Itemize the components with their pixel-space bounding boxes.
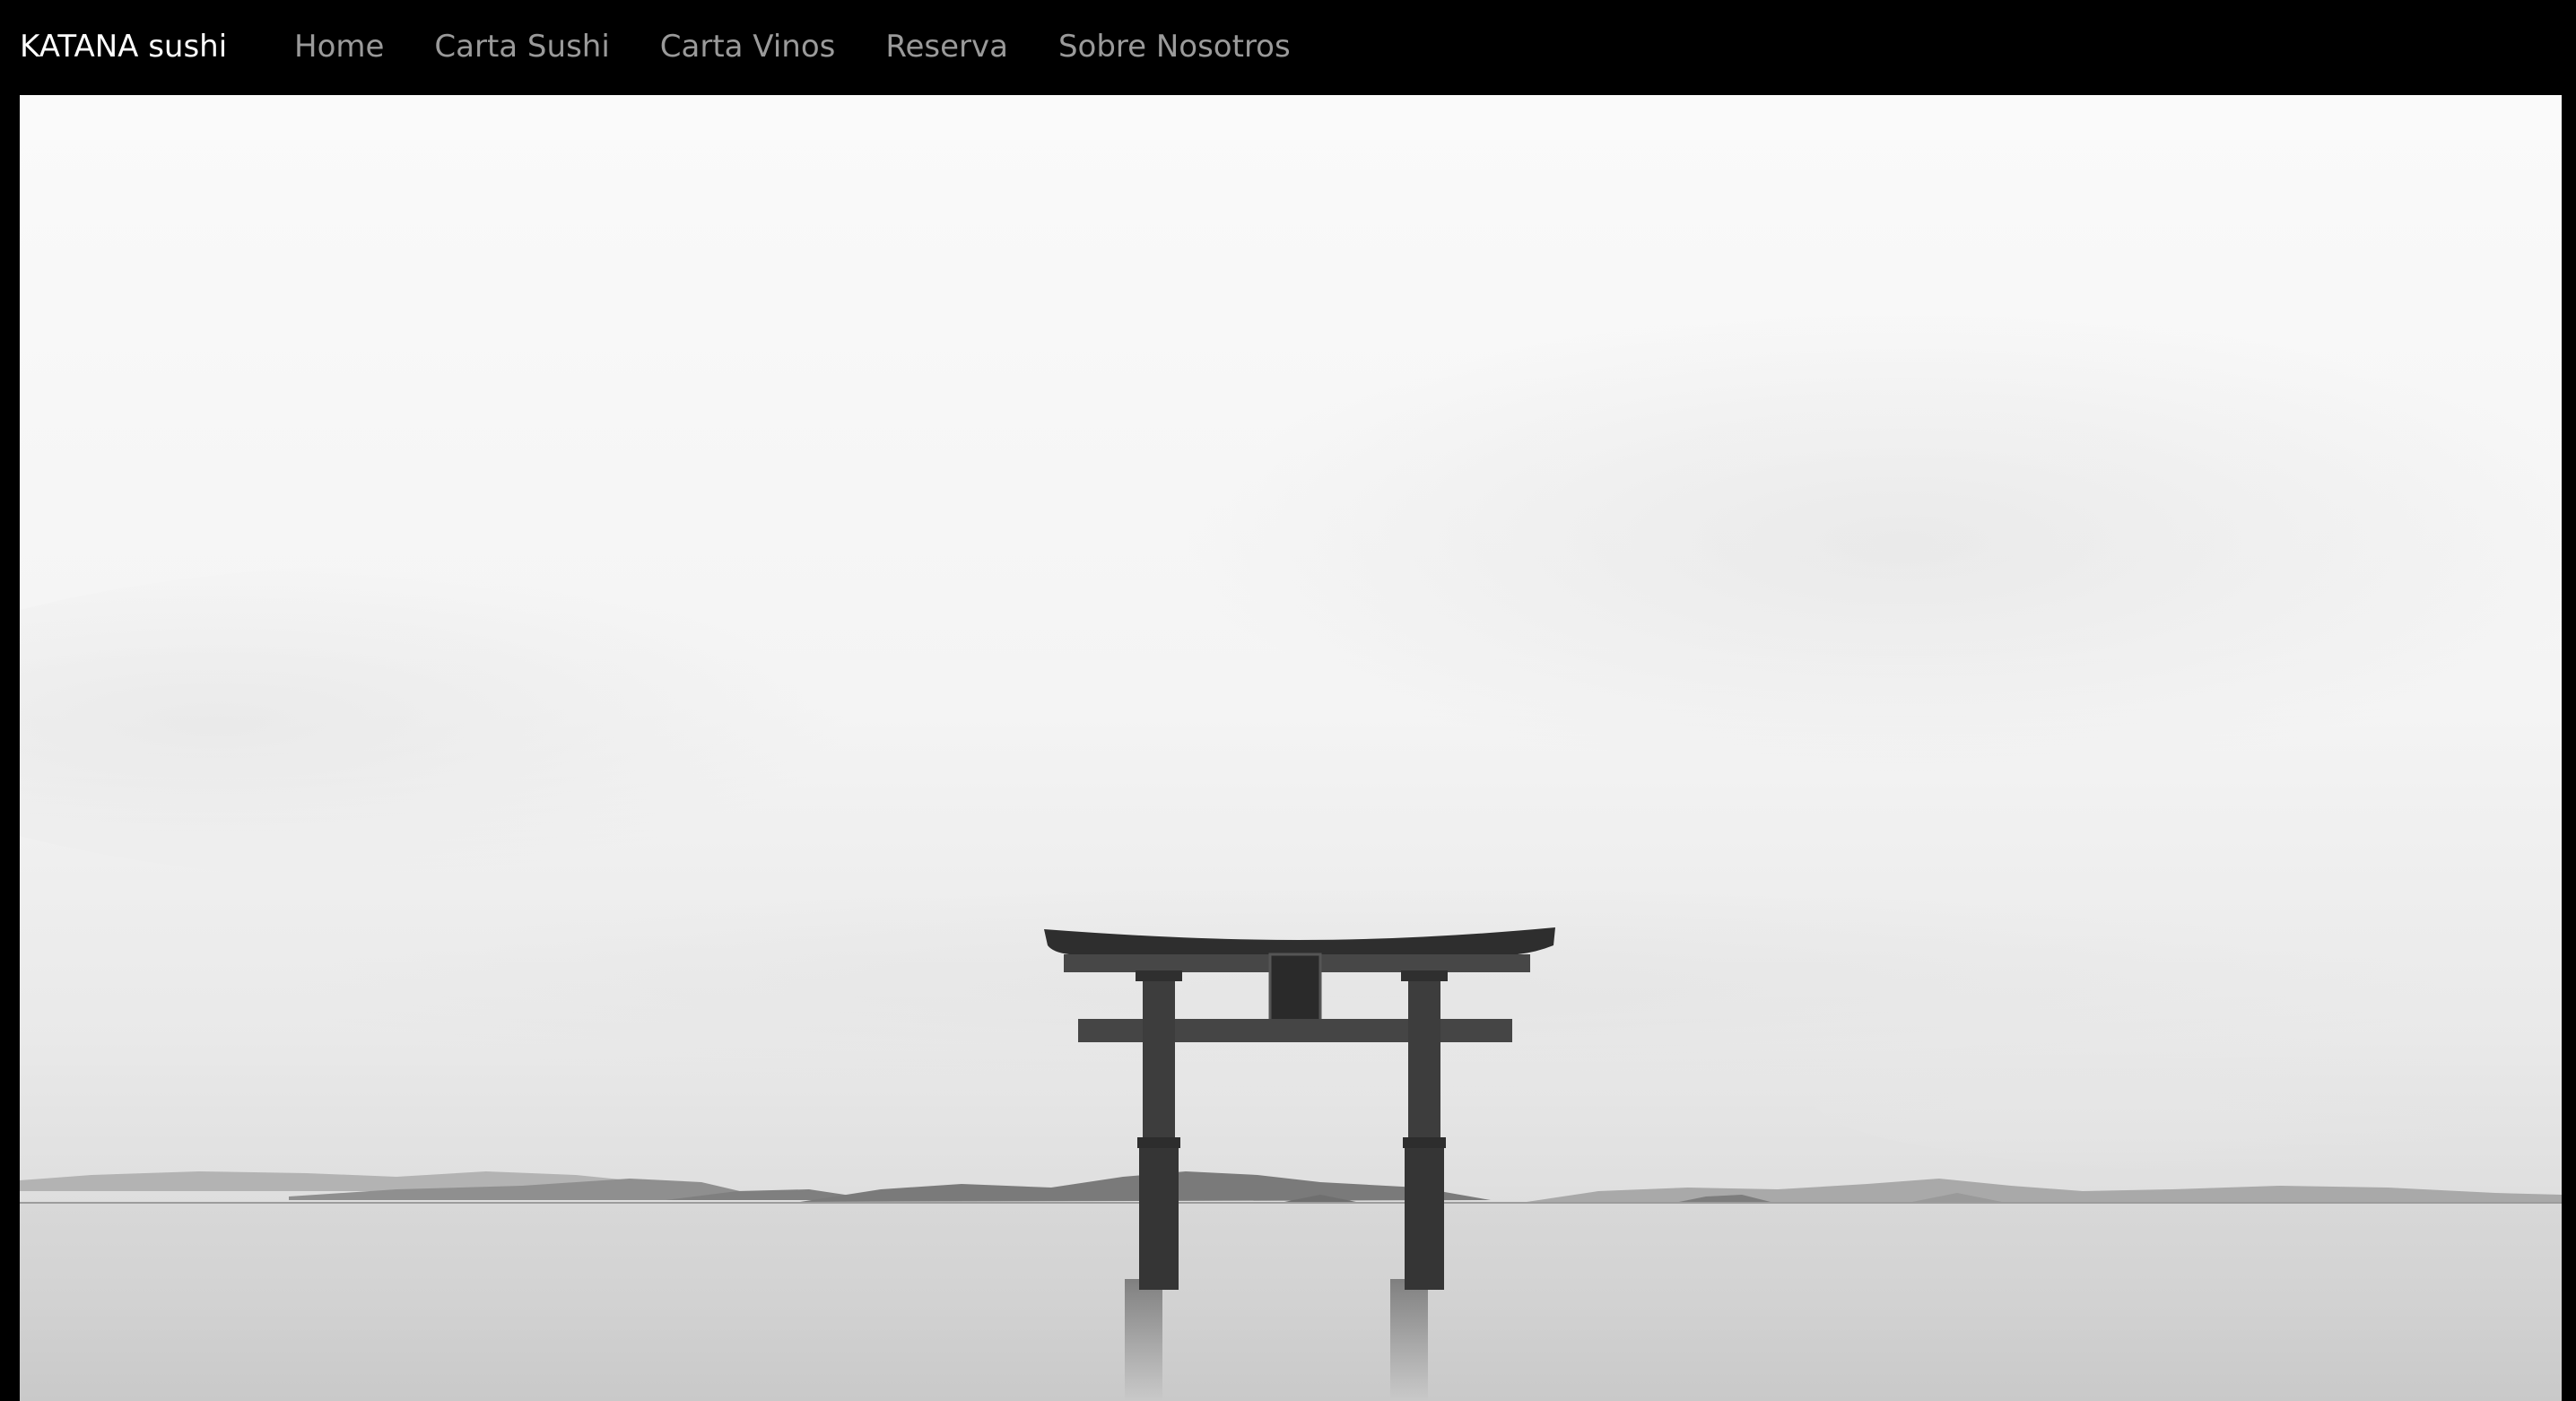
nav-link-reserva[interactable]: Reserva [885,29,1008,65]
lake-water [20,1202,2562,1401]
nav-item-carta-vinos: Carta Vinos [660,23,836,70]
nav-links: Home Carta Sushi Carta Vinos Reserva Sob… [294,23,1341,70]
hero-image [20,95,2562,1401]
nav-item-home: Home [294,23,384,70]
nav-link-carta-vinos[interactable]: Carta Vinos [660,29,836,65]
pillar-reflection [1125,1279,1162,1401]
cloud [1186,310,2562,777]
nav-link-sobre-nosotros[interactable]: Sobre Nosotros [1058,29,1291,65]
nav-item-sobre-nosotros: Sobre Nosotros [1058,23,1291,70]
navbar: KATANA sushi Home Carta Sushi Carta Vino… [0,0,2576,95]
pillar-reflection [1390,1279,1428,1401]
torii-lake-photo [20,95,2562,1401]
nav-link-home[interactable]: Home [294,29,384,65]
nav-link-carta-sushi[interactable]: Carta Sushi [434,29,609,65]
brand-link[interactable]: KATANA sushi [20,23,227,70]
nav-item-carta-sushi: Carta Sushi [434,23,609,70]
nav-item-reserva: Reserva [885,23,1008,70]
